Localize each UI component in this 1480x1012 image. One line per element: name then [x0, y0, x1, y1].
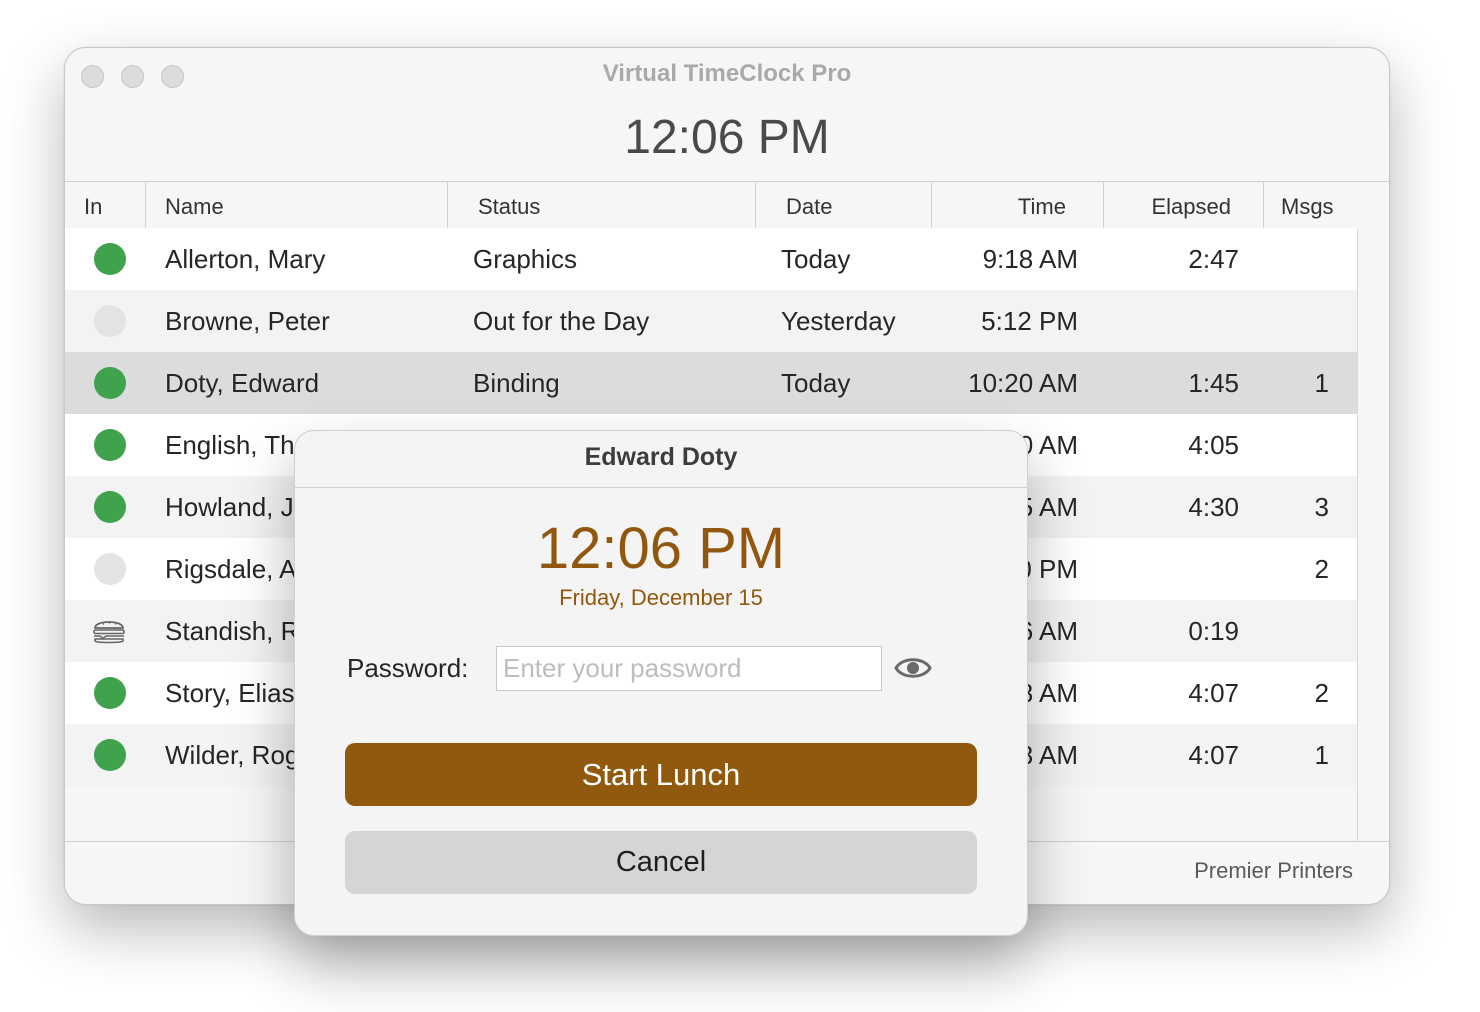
employee-name: Story, Elias: [165, 678, 295, 708]
employee-status: Graphics: [473, 244, 578, 274]
column-header-time[interactable]: Time: [931, 182, 1066, 228]
message-count: [1265, 600, 1329, 662]
column-divider[interactable]: [447, 182, 448, 228]
elapsed-time: 4:30: [1188, 492, 1239, 522]
table-row-selected[interactable]: Doty, Edward Binding Today 10:20 AM 1:45…: [65, 352, 1357, 414]
table-header: In Name Status Date Time Elapsed Msgs: [65, 181, 1389, 229]
employee-name: Allerton, Mary: [165, 244, 326, 274]
dialog-divider: [295, 487, 1027, 488]
elapsed-time: 2:47: [1188, 244, 1239, 274]
employee-name: Browne, Peter: [165, 306, 330, 336]
employee-name: Doty, Edward: [165, 368, 320, 398]
password-input[interactable]: [496, 646, 882, 691]
column-divider[interactable]: [145, 182, 146, 228]
status-in-icon: [94, 677, 126, 709]
dialog-time: 12:06 PM: [536, 516, 786, 581]
elapsed-time: 4:05: [1188, 430, 1239, 460]
message-count: 3: [1314, 492, 1329, 522]
status-in-icon: [94, 739, 126, 771]
employee-name: Rigsdale, A: [165, 554, 297, 584]
punch-dialog: Edward Doty 12:06 PM Friday, December 15…: [294, 430, 1028, 936]
elapsed-time: [1115, 290, 1239, 352]
eye-icon[interactable]: [894, 653, 932, 683]
punch-date: Today: [781, 368, 851, 398]
column-header-name[interactable]: Name: [165, 182, 224, 228]
column-header-in[interactable]: In: [84, 182, 102, 228]
cancel-button[interactable]: Cancel: [345, 831, 977, 894]
dialog-date: Friday, December 15: [559, 585, 763, 610]
dialog-title: Edward Doty: [584, 443, 738, 471]
message-count: 1: [1314, 368, 1329, 398]
column-header-status[interactable]: Status: [478, 182, 540, 228]
lunch-burger-icon: [93, 621, 125, 644]
current-time: 12:06 PM: [624, 111, 830, 164]
column-header-elapsed[interactable]: Elapsed: [1103, 182, 1231, 228]
elapsed-time: [1115, 538, 1239, 600]
status-in-icon: [94, 429, 126, 461]
message-count: 1: [1314, 740, 1329, 770]
status-in-icon: [94, 491, 126, 523]
message-count: [1265, 290, 1329, 352]
column-header-date[interactable]: Date: [786, 182, 832, 228]
elapsed-time: 1:45: [1188, 368, 1239, 398]
column-header-msgs[interactable]: Msgs: [1281, 182, 1334, 228]
employee-status: Out for the Day: [473, 306, 650, 336]
company-name: Premier Printers: [1194, 858, 1353, 883]
elapsed-time: 0:19: [1188, 616, 1239, 646]
punch-time: 10:20 AM: [968, 368, 1078, 398]
column-divider[interactable]: [1263, 182, 1264, 228]
employee-name: Wilder, Rog: [165, 740, 300, 770]
table-row[interactable]: Allerton, Mary Graphics Today 9:18 AM 2:…: [65, 228, 1357, 290]
status-out-icon: [94, 305, 126, 337]
punch-time: 9:18 AM: [982, 244, 1078, 274]
elapsed-time: 4:07: [1188, 678, 1239, 708]
status-in-icon: [94, 243, 126, 275]
table-row[interactable]: Browne, Peter Out for the Day Yesterday …: [65, 290, 1357, 352]
employee-name: Standish, R: [165, 616, 300, 646]
employee-name: Howland, J: [165, 492, 294, 522]
status-in-icon: [94, 367, 126, 399]
start-lunch-button[interactable]: Start Lunch: [345, 743, 977, 806]
column-divider[interactable]: [755, 182, 756, 228]
message-count: [1265, 414, 1329, 476]
message-count: 2: [1314, 554, 1329, 584]
punch-date: Today: [781, 244, 851, 274]
employee-status: Binding: [473, 368, 560, 398]
elapsed-time: 4:07: [1188, 740, 1239, 770]
password-label: Password:: [347, 653, 469, 683]
message-count: 2: [1314, 678, 1329, 708]
punch-time: 5:12 PM: [981, 306, 1078, 336]
status-out-icon: [94, 553, 126, 585]
window-title: Virtual TimeClock Pro: [602, 60, 852, 87]
employee-name: English, Th: [165, 430, 295, 460]
message-count: [1265, 228, 1329, 290]
punch-date: Yesterday: [781, 306, 896, 336]
vertical-scrollbar[interactable]: [1357, 228, 1389, 841]
